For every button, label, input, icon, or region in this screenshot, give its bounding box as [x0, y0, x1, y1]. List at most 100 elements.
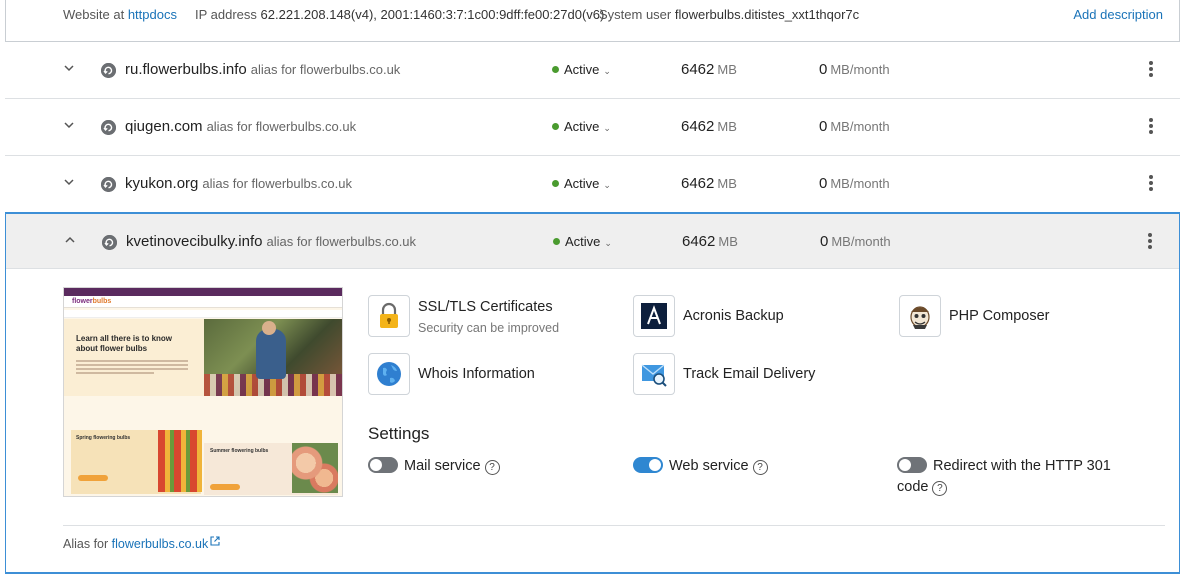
status-dropdown[interactable]: Active ⌄: [552, 62, 611, 77]
acronis-icon: [633, 295, 675, 337]
status-label: Active: [564, 176, 600, 191]
status-dot: [552, 123, 559, 130]
more-options-icon[interactable]: [1148, 174, 1154, 194]
more-options-icon[interactable]: [1148, 117, 1154, 137]
alias-icon: [101, 120, 116, 135]
acronis-backup-tool[interactable]: Acronis Backup: [633, 295, 833, 337]
web-service-label: Web service: [669, 458, 749, 474]
alias-text: alias for flowerbulbs.co.uk: [206, 119, 357, 134]
alias-icon: [101, 63, 116, 78]
ip-value: 62.221.208.148(v4), 2001:1460:3:7:1c00:9…: [260, 7, 605, 22]
alias-text: alias for flowerbulbs.co.uk: [250, 62, 401, 77]
more-options-icon[interactable]: [1147, 232, 1153, 252]
status-dropdown[interactable]: Active ⌄: [552, 119, 611, 134]
alias-target-link[interactable]: flowerbulbs.co.uk: [112, 537, 209, 551]
domain-name[interactable]: qiugen.com alias for flowerbulbs.co.uk: [125, 118, 356, 135]
caret-down-icon: ⌄: [603, 66, 611, 76]
web-service-toggle[interactable]: [633, 457, 663, 473]
ssl-title[interactable]: SSL/TLS Certificates: [418, 299, 553, 315]
ip-label: IP address: [195, 7, 257, 22]
preview-dahlia-image: [292, 443, 338, 493]
domain-row[interactable]: ru.flowerbulbs.info alias for flowerbulbs…: [5, 42, 1180, 99]
acronis-title[interactable]: Acronis Backup: [683, 308, 784, 324]
domain-detail-panel: flowerbulbs Learn all there is to know a…: [5, 268, 1180, 574]
php-composer-tool[interactable]: PHP Composer: [899, 295, 1099, 337]
chevron-up-icon[interactable]: [64, 234, 78, 248]
chevron-down-icon[interactable]: [63, 176, 77, 190]
ip-info: IP address 62.221.208.148(v4), 2001:1460…: [195, 7, 604, 22]
disk-unit: MB: [717, 176, 737, 191]
status-dot: [553, 238, 560, 245]
domain-row[interactable]: qiugen.com alias for flowerbulbs.co.uk Ac…: [5, 99, 1180, 156]
disk-usage: 6462 MB: [681, 118, 737, 135]
website-info: Website at httpdocs: [63, 7, 177, 22]
status-dropdown[interactable]: Active ⌄: [553, 234, 612, 249]
disk-value: 6462: [681, 61, 715, 78]
mail-service-toggle[interactable]: [368, 457, 398, 473]
domain-label[interactable]: kyukon.org: [125, 175, 198, 192]
caret-down-icon: ⌄: [604, 238, 612, 248]
preview-logo-a: flower: [72, 298, 93, 305]
disk-unit: MB: [717, 62, 737, 77]
alias-text: alias for flowerbulbs.co.uk: [202, 176, 352, 191]
disk-value: 6462: [681, 118, 715, 135]
envelope-search-icon: [633, 353, 675, 395]
preview-card-spring-title: Spring flowering bulbs: [76, 435, 131, 441]
chevron-down-icon[interactable]: [63, 62, 77, 76]
whois-title[interactable]: Whois Information: [418, 366, 535, 382]
domain-name[interactable]: kvetinovecibulky.info alias for flowerbul…: [126, 233, 416, 250]
traffic-usage: 0 MB/month: [819, 175, 890, 192]
caret-down-icon: ⌄: [603, 123, 611, 133]
domain-name[interactable]: ru.flowerbulbs.info alias for flowerbulbs…: [125, 61, 400, 78]
status-label: Active: [564, 62, 600, 77]
preview-hero-title: Learn all there is to know about flower …: [76, 334, 173, 353]
mail-service-setting: Mail service?: [368, 457, 500, 475]
add-description-link[interactable]: Add description: [1073, 7, 1163, 22]
status-dot: [552, 180, 559, 187]
sysuser-info: System user flowerbulbs.ditistes_xxt1thq…: [599, 7, 859, 22]
disk-usage: 6462 MB: [681, 175, 737, 192]
help-icon[interactable]: ?: [752, 460, 768, 475]
sysuser-label: System user: [599, 7, 672, 22]
domain-label[interactable]: kvetinovecibulky.info: [126, 233, 262, 250]
redirect-301-setting-cont: code?: [897, 479, 948, 496]
domain-name[interactable]: kyukon.org alias for flowerbulbs.co.uk: [125, 175, 352, 192]
domain-label[interactable]: ru.flowerbulbs.info: [125, 61, 247, 78]
preview-button: [210, 484, 240, 490]
track-email-delivery-tool[interactable]: Track Email Delivery: [633, 353, 863, 395]
redirect-301-toggle[interactable]: [897, 457, 927, 473]
php-composer-title[interactable]: PHP Composer: [949, 308, 1049, 324]
domain-label[interactable]: qiugen.com: [125, 118, 203, 135]
traffic-usage: 0 MB/month: [819, 118, 890, 135]
preview-tulips-image: [158, 430, 202, 492]
preview-topbar: [64, 288, 342, 296]
alias-icon: [102, 235, 117, 250]
redirect-301-label-cont: code: [897, 479, 929, 495]
traffic-value: 0: [819, 61, 828, 78]
website-link[interactable]: httpdocs: [128, 7, 177, 22]
mail-service-label: Mail service: [404, 458, 481, 474]
preview-hero: [64, 319, 204, 396]
sysuser-value: flowerbulbs.ditistes_xxt1thqor7c: [674, 7, 860, 22]
status-dropdown[interactable]: Active ⌄: [552, 176, 611, 191]
track-email-title[interactable]: Track Email Delivery: [683, 366, 815, 382]
ssl-subtitle: Security can be improved: [418, 321, 560, 335]
domain-row-expanded[interactable]: kvetinovecibulky.info alias for flowerbul…: [5, 212, 1180, 269]
help-icon[interactable]: ?: [932, 481, 948, 496]
whois-information-tool[interactable]: Whois Information: [368, 353, 598, 395]
chevron-down-icon[interactable]: [63, 119, 77, 133]
website-preview[interactable]: flowerbulbs Learn all there is to know a…: [63, 287, 343, 497]
globe-icon: [368, 353, 410, 395]
help-icon[interactable]: ?: [484, 460, 500, 475]
website-label: Website at: [63, 7, 125, 22]
external-link-icon[interactable]: [210, 536, 220, 546]
preview-card-summer-title: Summer flowering bulbs: [210, 448, 269, 454]
ssl-certificates-tool[interactable]: SSL/TLS Certificates Security can be imp…: [368, 295, 598, 337]
alias-for-label: Alias for: [63, 537, 109, 551]
more-options-icon[interactable]: [1148, 60, 1154, 80]
divider: [63, 525, 1165, 526]
preview-text-lines: [76, 360, 188, 376]
disk-usage: 6462 MB: [681, 61, 737, 78]
preview-logo-b: bulbs: [92, 298, 112, 305]
domain-row[interactable]: kyukon.org alias for flowerbulbs.co.uk Ac…: [5, 156, 1180, 213]
